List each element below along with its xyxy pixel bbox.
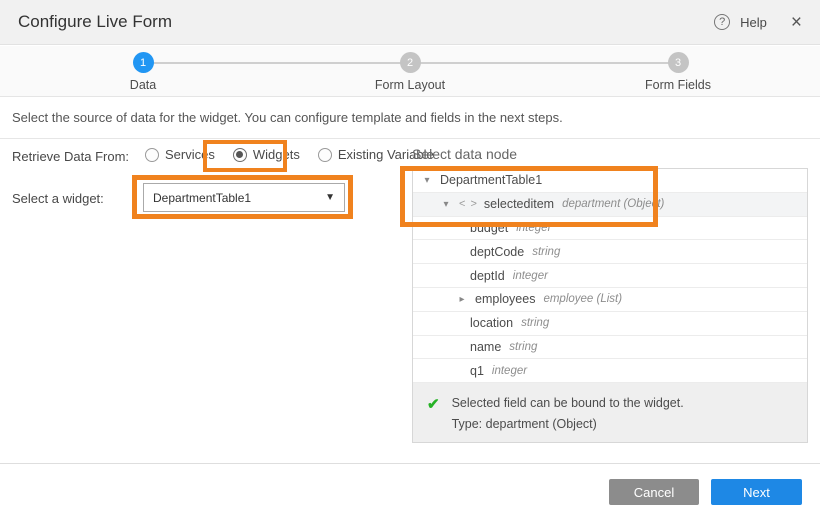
instruction-text: Select the source of data for the widget… [12,110,802,125]
configure-live-form-dialog: Configure Live Form ? Help × 1 Data 2 Fo… [0,0,820,522]
step-form-fields[interactable]: 3 Form Fields [618,52,738,92]
step-3-circle: 3 [668,52,689,73]
code-brackets-icon: < > [459,198,478,210]
radio-services-circle[interactable] [145,148,159,162]
check-icon: ✔ [427,395,440,442]
step-2-label: Form Layout [350,78,470,92]
data-node-tree-panel: ▾ DepartmentTable1 ▾ < > selecteditem de… [412,168,808,443]
tree-node-q1[interactable]: q1 integer [413,359,807,383]
cancel-button[interactable]: Cancel [609,479,699,505]
caret-right-icon[interactable]: ▸ [456,294,468,305]
radio-widgets[interactable]: Widgets [233,147,300,162]
close-icon[interactable]: × [791,13,802,32]
select-data-node-title: Select data node [412,146,517,162]
radio-services[interactable]: Services [145,147,215,162]
step-1-label: Data [83,78,203,92]
status-type-info: Type: department (Object) [452,414,684,435]
wizard-stepper: 1 Data 2 Form Layout 3 Form Fields [0,46,820,97]
widget-select-dropdown[interactable]: DepartmentTable1 ▼ [143,183,345,212]
tree-node-location[interactable]: location string [413,312,807,336]
help-question-icon[interactable]: ? [714,14,730,30]
tree-node-deptid[interactable]: deptId integer [413,264,807,288]
radio-services-label: Services [165,147,215,162]
step-form-layout[interactable]: 2 Form Layout [350,52,470,92]
tree-node-selecteditem[interactable]: ▾ < > selecteditem department (Object) [413,193,807,217]
help-link[interactable]: Help [740,15,767,30]
caret-down-icon[interactable]: ▾ [421,175,433,186]
radio-widgets-label: Widgets [253,147,300,162]
next-button[interactable]: Next [711,479,802,505]
step-2-circle: 2 [400,52,421,73]
section-divider [0,138,820,139]
dialog-header: Configure Live Form ? Help × [0,0,820,45]
widget-select-value: DepartmentTable1 [153,191,251,205]
step-data[interactable]: 1 Data [83,52,203,92]
tree-node-departmenttable1[interactable]: ▾ DepartmentTable1 [413,169,807,193]
status-message: Selected field can be bound to the widge… [452,393,684,414]
tree-node-deptcode[interactable]: deptCode string [413,240,807,264]
footer-divider [0,463,820,464]
tree-node-employees[interactable]: ▸ employees employee (List) [413,288,807,312]
retrieve-data-from-label: Retrieve Data From: [12,149,129,164]
select-a-widget-label: Select a widget: [12,191,104,206]
caret-down-icon[interactable]: ▾ [440,199,452,210]
radio-existing-variable-circle[interactable] [318,148,332,162]
page-title: Configure Live Form [18,12,172,32]
radio-widgets-circle[interactable] [233,148,247,162]
tree-node-budget[interactable]: budget integer [413,217,807,241]
data-source-radio-group: Services Widgets Existing Variable [145,147,434,162]
step-3-label: Form Fields [618,78,738,92]
dropdown-caret-icon: ▼ [325,192,335,203]
step-1-circle: 1 [133,52,154,73]
binding-status-box: ✔ Selected field can be bound to the wid… [413,383,807,442]
tree-node-name[interactable]: name string [413,336,807,360]
